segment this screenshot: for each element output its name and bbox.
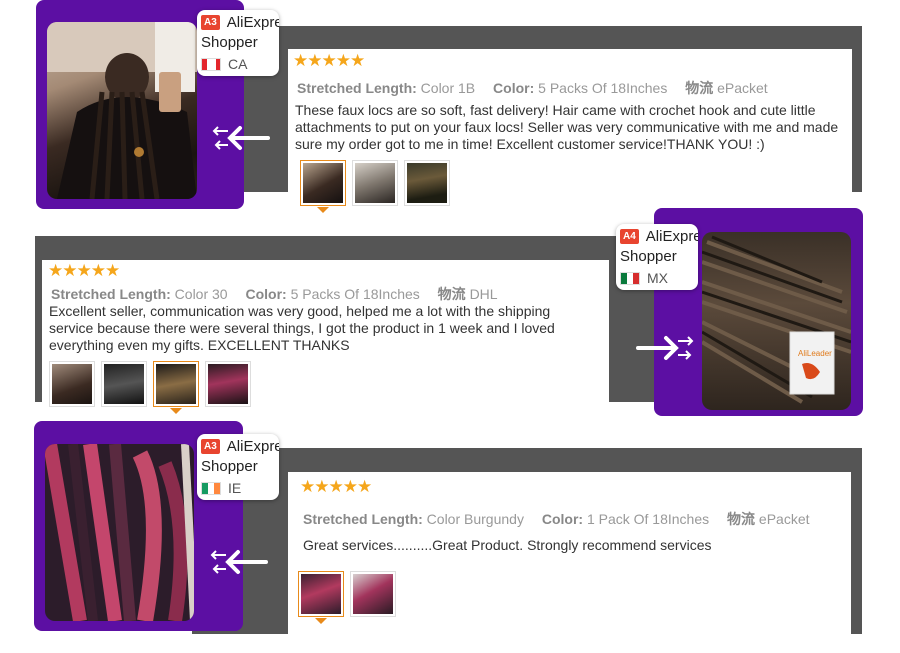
customer-photo[interactable] [47, 22, 197, 199]
review-meta: Stretched Length: Color 1B Color: 5 Pack… [297, 78, 768, 98]
color-value: 5 Packs Of 18Inches [290, 286, 420, 302]
customer-photo[interactable] [45, 444, 194, 621]
color-value: 5 Packs Of 18Inches [538, 80, 668, 96]
review-thumbnail[interactable] [350, 571, 396, 617]
country-code: MX [647, 270, 668, 286]
arrow-left-icon [210, 550, 268, 574]
review-card-2: AliLeader A4 AliExpre Shopper MX ★★★★★ St… [0, 206, 900, 416]
length-value: Color Burgundy [426, 511, 524, 527]
review-thumbnails [49, 361, 251, 414]
reviewer-badge: A4 AliExpre Shopper MX [616, 224, 698, 290]
customer-photo-art: AliLeader [702, 235, 851, 404]
review-thumbnail[interactable] [352, 160, 398, 206]
review-meta: Stretched Length: Color 30 Color: 5 Pack… [51, 284, 498, 304]
length-label: Stretched Length: [51, 286, 171, 302]
brand-name: AliExpre [226, 14, 279, 31]
shipping-value: ePacket [758, 511, 810, 527]
review-meta: Stretched Length: Color Burgundy Color: … [303, 509, 810, 529]
flag-icon [201, 57, 221, 71]
reviewer-badge: A3 AliExpre Shopper IE [197, 434, 279, 500]
customer-photo-art [45, 444, 194, 621]
arrow-right-icon [636, 336, 694, 360]
length-value: Color 30 [174, 286, 228, 302]
review-thumbnail[interactable] [153, 361, 199, 414]
review-thumbnail[interactable] [49, 361, 95, 407]
shipping-value: ePacket [717, 80, 768, 96]
review-thumbnail[interactable] [300, 160, 346, 213]
color-label: Color: [493, 80, 535, 96]
reviewer-badge: A3 AliExpre Shopper CA [197, 10, 279, 76]
shipping-label: 物流 [685, 80, 714, 96]
flag-icon [620, 271, 640, 285]
level-badge: A4 [620, 229, 639, 244]
reviewer-type: Shopper [201, 458, 258, 475]
brand-name: AliExpre [226, 438, 279, 455]
review-text: Great services..........Great Product. S… [303, 537, 712, 553]
selected-caret-icon [315, 618, 327, 624]
product-label: AliLeader [798, 349, 832, 358]
rating-stars: ★★★★★ [48, 261, 120, 280]
shipping-label: 物流 [437, 286, 466, 302]
customer-photo[interactable]: AliLeader [702, 232, 851, 410]
review-thumbnail[interactable] [101, 361, 147, 407]
reviewer-type: Shopper [620, 248, 677, 265]
color-label: Color: [541, 511, 584, 527]
level-badge: A3 [201, 439, 220, 454]
length-label: Stretched Length: [303, 511, 423, 527]
rating-stars: ★★★★★ [300, 477, 372, 496]
country-code: IE [228, 480, 242, 496]
length-label: Stretched Length: [297, 80, 417, 96]
review-text: These faux locs are so soft, fast delive… [295, 102, 839, 152]
review-thumbnail[interactable] [298, 571, 344, 624]
rating-stars: ★★★★★ [293, 51, 365, 70]
flag-icon [201, 481, 221, 495]
level-badge: A3 [201, 15, 220, 30]
arrow-left-icon [212, 126, 270, 150]
customer-photo-art [47, 22, 197, 199]
reviewer-type: Shopper [201, 34, 258, 51]
selected-caret-icon [170, 408, 182, 414]
color-value: 1 Pack Of 18Inches [586, 511, 710, 527]
brand-name: AliExpre [645, 228, 698, 245]
length-value: Color 1B [420, 80, 476, 96]
shipping-label: 物流 [727, 511, 756, 527]
review-content [288, 472, 851, 650]
shipping-value: DHL [469, 286, 498, 302]
country-code: CA [228, 56, 248, 72]
review-card-3: A3 AliExpre Shopper IE ★★★★★ Stretched Le… [0, 420, 900, 650]
color-label: Color: [245, 286, 287, 302]
review-thumbnails [300, 160, 450, 213]
review-card-1: A3 AliExpre Shopper CA ★★★★★ Stretched Le… [0, 0, 900, 215]
review-thumbnail[interactable] [404, 160, 450, 206]
review-thumbnail[interactable] [205, 361, 251, 407]
review-text: Excellent seller, communication was very… [49, 303, 555, 353]
review-thumbnails [298, 571, 396, 624]
